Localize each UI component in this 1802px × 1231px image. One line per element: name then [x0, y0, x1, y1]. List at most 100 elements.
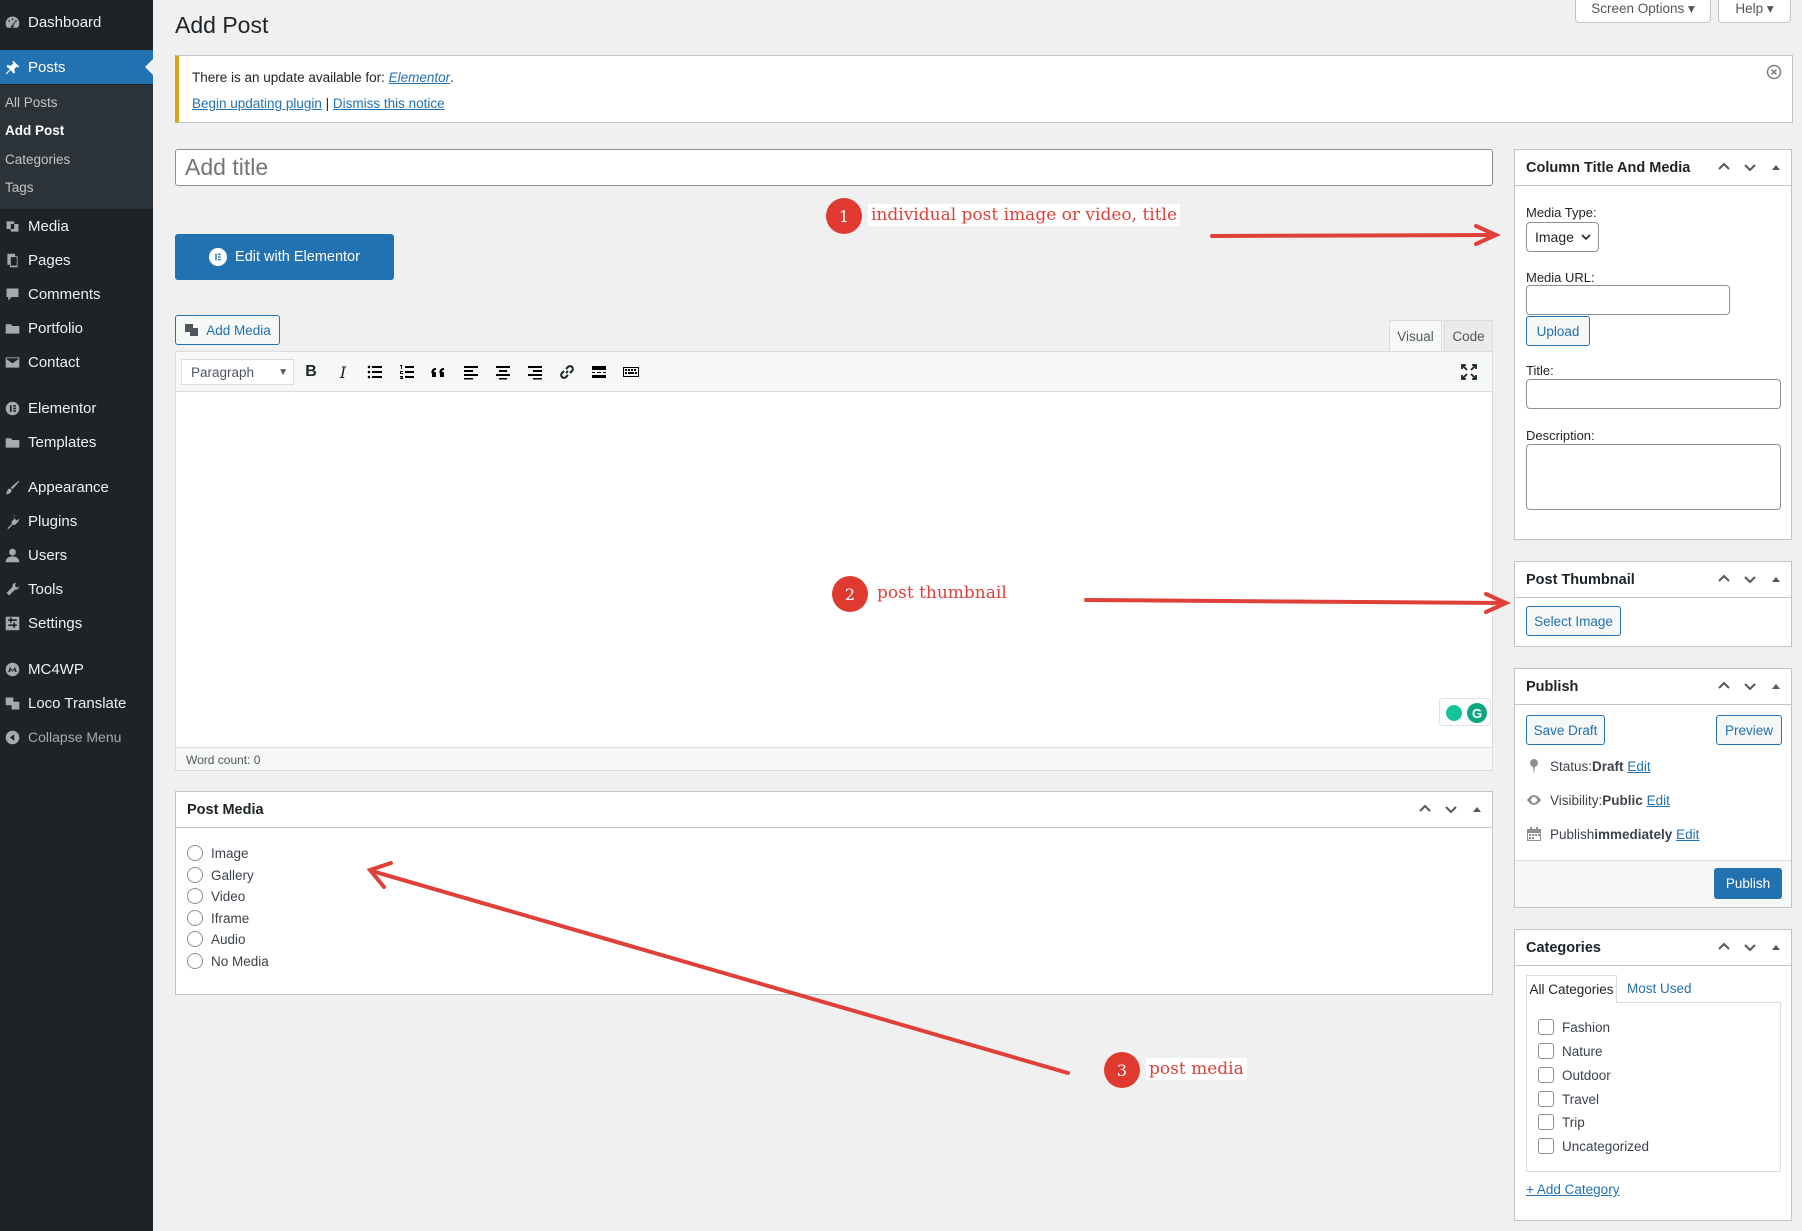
sidebar-item-settings[interactable]: Settings — [0, 606, 153, 640]
screen-options-button[interactable]: Screen Options ▾ — [1575, 0, 1711, 23]
edit-status-link[interactable]: Edit — [1627, 759, 1650, 774]
move-down-icon[interactable] — [1444, 802, 1458, 816]
sidebar-item-contact[interactable]: Contact — [0, 345, 153, 379]
column-title-media-header[interactable]: Column Title And Media — [1515, 150, 1791, 186]
sidebar-item-elementor[interactable]: Elementor — [0, 391, 153, 425]
move-up-icon[interactable] — [1717, 160, 1731, 174]
save-draft-button[interactable]: Save Draft — [1526, 715, 1605, 745]
submenu-add-post[interactable]: Add Post — [5, 123, 64, 138]
bullet-list-icon[interactable] — [363, 359, 387, 385]
read-more-icon[interactable] — [587, 359, 611, 385]
sidebar-item-tools[interactable]: Tools — [0, 572, 153, 606]
toggle-panel-icon[interactable] — [1769, 679, 1783, 693]
category-uncategorized[interactable]: Uncategorized — [1538, 1138, 1649, 1154]
edit-visibility-link[interactable]: Edit — [1647, 793, 1670, 808]
category-travel[interactable]: Travel — [1538, 1091, 1599, 1107]
post-media-header[interactable]: Post Media — [176, 792, 1492, 828]
radio-audio[interactable]: Audio — [187, 931, 246, 947]
move-down-icon[interactable] — [1743, 940, 1757, 954]
posts-submenu: All Posts Add Post Categories Tags — [0, 85, 153, 209]
format-select[interactable]: Paragraph ▼ — [181, 359, 294, 385]
post-title-input[interactable] — [175, 149, 1493, 186]
post-thumbnail-header[interactable]: Post Thumbnail — [1515, 562, 1791, 598]
tab-all-categories[interactable]: All Categories — [1526, 975, 1617, 1003]
align-left-icon[interactable] — [459, 359, 483, 385]
fullscreen-icon[interactable] — [1457, 359, 1481, 385]
sidebar-item-plugins[interactable]: Plugins — [0, 504, 153, 538]
sidebar-item-comments[interactable]: Comments — [0, 277, 153, 311]
dismiss-notice-link[interactable]: Dismiss this notice — [333, 96, 445, 111]
sidebar-item-dashboard[interactable]: Dashboard — [0, 5, 153, 39]
sidebar-item-label: Media — [28, 217, 69, 235]
sidebar-item-label: Appearance — [28, 478, 109, 496]
sidebar-item-pages[interactable]: Pages — [0, 243, 153, 277]
post-editor: Paragraph ▼ B I G Word count: 0 — [175, 351, 1493, 771]
title-input[interactable] — [1526, 379, 1781, 409]
category-outdoor[interactable]: Outdoor — [1538, 1067, 1611, 1083]
add-category-link[interactable]: + Add Category — [1526, 1182, 1619, 1197]
add-media-button[interactable]: Add Media — [175, 315, 280, 345]
begin-updating-link[interactable]: Begin updating plugin — [192, 96, 322, 111]
sidebar-item-portfolio[interactable]: Portfolio — [0, 311, 153, 345]
sidebar-item-media[interactable]: Media — [0, 209, 153, 243]
upload-button[interactable]: Upload — [1526, 316, 1590, 346]
move-down-icon[interactable] — [1743, 160, 1757, 174]
grammarly-widget[interactable]: G — [1439, 698, 1491, 726]
media-type-select[interactable]: Image — [1526, 222, 1599, 252]
blockquote-icon[interactable] — [427, 359, 451, 385]
move-down-icon[interactable] — [1743, 572, 1757, 586]
link-icon[interactable] — [555, 359, 579, 385]
toggle-panel-icon[interactable] — [1769, 572, 1783, 586]
submenu-tags[interactable]: Tags — [5, 180, 34, 195]
align-center-icon[interactable] — [491, 359, 515, 385]
submenu-all-posts[interactable]: All Posts — [5, 95, 58, 110]
radio-iframe[interactable]: Iframe — [187, 910, 249, 926]
submenu-categories[interactable]: Categories — [5, 152, 70, 167]
radio-no-media[interactable]: No Media — [187, 953, 269, 969]
edit-with-elementor-button[interactable]: Edit with Elementor — [175, 234, 394, 280]
sidebar-item-appearance[interactable]: Appearance — [0, 470, 153, 504]
category-trip[interactable]: Trip — [1538, 1114, 1585, 1130]
move-down-icon[interactable] — [1743, 679, 1757, 693]
toggle-panel-icon[interactable] — [1470, 802, 1484, 816]
category-nature[interactable]: Nature — [1538, 1043, 1603, 1059]
preview-button[interactable]: Preview — [1716, 715, 1782, 745]
annotation-badge-3: 3 — [1104, 1052, 1140, 1088]
numbered-list-icon[interactable] — [395, 359, 419, 385]
tab-most-used[interactable]: Most Used — [1627, 981, 1692, 996]
move-up-icon[interactable] — [1418, 802, 1432, 816]
radio-image[interactable]: Image — [187, 845, 249, 861]
tab-code[interactable]: Code — [1444, 320, 1493, 351]
align-right-icon[interactable] — [523, 359, 547, 385]
publish-button[interactable]: Publish — [1714, 868, 1782, 899]
edit-schedule-link[interactable]: Edit — [1676, 827, 1699, 842]
radio-gallery[interactable]: Gallery — [187, 867, 254, 883]
sidebar-item-mc4wp[interactable]: MC4WP — [0, 652, 153, 686]
toggle-panel-icon[interactable] — [1769, 940, 1783, 954]
media-url-input[interactable] — [1526, 285, 1730, 315]
elementor-plugin-link[interactable]: Elementor — [389, 70, 451, 85]
move-up-icon[interactable] — [1717, 940, 1731, 954]
sidebar-item-templates[interactable]: Templates — [0, 425, 153, 459]
bold-icon[interactable]: B — [299, 359, 323, 385]
elementor-icon — [2, 398, 22, 418]
description-textarea[interactable] — [1526, 444, 1781, 510]
move-up-icon[interactable] — [1717, 572, 1731, 586]
publish-header[interactable]: Publish — [1515, 669, 1791, 705]
close-icon[interactable] — [1766, 64, 1782, 80]
help-button[interactable]: Help ▾ — [1718, 0, 1791, 23]
category-fashion[interactable]: Fashion — [1538, 1019, 1610, 1035]
radio-video[interactable]: Video — [187, 888, 245, 904]
toggle-panel-icon[interactable] — [1769, 160, 1783, 174]
italic-icon[interactable]: I — [331, 359, 355, 385]
move-up-icon[interactable] — [1717, 679, 1731, 693]
categories-header[interactable]: Categories — [1515, 930, 1791, 966]
sidebar-item-loco-translate[interactable]: Loco Translate — [0, 686, 153, 720]
sidebar-item-posts[interactable]: Posts — [0, 50, 153, 84]
keyboard-icon[interactable] — [619, 359, 643, 385]
tab-visual[interactable]: Visual — [1389, 320, 1442, 352]
collapse-menu-button[interactable]: Collapse Menu — [0, 720, 153, 754]
sidebar-item-users[interactable]: Users — [0, 538, 153, 572]
select-image-button[interactable]: Select Image — [1526, 606, 1621, 636]
lightbulb-icon — [1446, 705, 1462, 721]
